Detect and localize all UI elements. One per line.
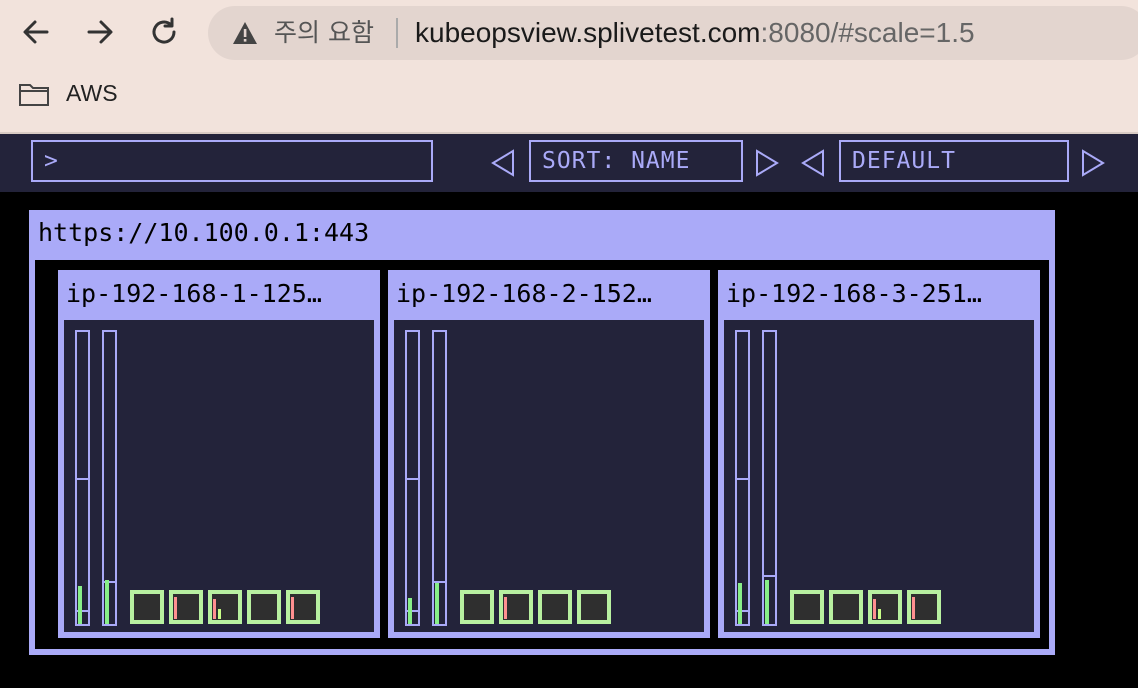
node-card[interactable]: ip-192-168-2-152… — [388, 270, 710, 638]
back-button[interactable] — [18, 14, 54, 50]
app-toolbar: > SORT: NAME DEFAULT — [0, 134, 1138, 192]
pod-cpu-bar — [213, 599, 216, 619]
memory-requests-marker — [764, 575, 775, 577]
cluster-title: https://10.100.0.1:443 — [38, 218, 370, 247]
cpu-usage-fill — [738, 583, 742, 624]
filter-input[interactable]: > — [31, 140, 433, 182]
arrow-left-icon — [23, 20, 49, 44]
cpu-usage-bar — [75, 330, 90, 626]
reload-icon — [152, 17, 176, 44]
pod-memory-bar — [218, 609, 221, 619]
node-name: ip-192-168-1-125… — [66, 279, 322, 308]
node-card[interactable]: ip-192-168-3-251… — [718, 270, 1040, 638]
reload-button[interactable] — [146, 14, 182, 50]
pod-box[interactable] — [538, 590, 572, 624]
pod-box[interactable] — [829, 590, 863, 624]
url-host: kubeopsview.splivetest.com — [415, 17, 761, 48]
bar-midline — [407, 478, 418, 480]
node-name: ip-192-168-3-251… — [726, 279, 982, 308]
pod-box[interactable] — [208, 590, 242, 624]
pod-box[interactable] — [790, 590, 824, 624]
sort-selector[interactable]: SORT: NAME — [529, 140, 743, 182]
security-label[interactable]: 주의 요함 — [274, 18, 374, 48]
sort-prev-icon[interactable] — [490, 149, 516, 177]
pod-cpu-bar — [873, 599, 876, 619]
node-body — [394, 320, 704, 632]
pod-box[interactable] — [286, 590, 320, 624]
pod-box[interactable] — [868, 590, 902, 624]
folder-icon — [19, 83, 49, 106]
bar-midline — [737, 478, 748, 480]
url-divider — [396, 18, 398, 48]
pod-box[interactable] — [577, 590, 611, 624]
pod-memory-bar — [878, 609, 881, 619]
node-name: ip-192-168-2-152… — [396, 279, 652, 308]
cpu-usage-fill — [78, 586, 82, 624]
pod-box[interactable] — [169, 590, 203, 624]
memory-usage-bar — [762, 330, 777, 626]
cpu-usage-bar — [405, 330, 420, 626]
memory-usage-bar — [432, 330, 447, 626]
bookmark-label: AWS — [66, 80, 118, 106]
memory-usage-fill — [435, 583, 439, 624]
cluster-panel[interactable]: https://10.100.0.1:443 ip-192-168-1-125…… — [29, 210, 1055, 655]
forward-button[interactable] — [82, 14, 118, 50]
arrow-right-icon — [87, 20, 113, 44]
theme-selector[interactable]: DEFAULT — [839, 140, 1069, 182]
cluster-body: ip-192-168-1-125… ip-192-168-2-152… ip-1… — [35, 260, 1049, 649]
pod-cpu-bar — [504, 597, 507, 619]
pod-box[interactable] — [499, 590, 533, 624]
memory-usage-fill — [105, 580, 109, 624]
node-body — [64, 320, 374, 632]
url-port-fragment: :8080/#scale=1.5 — [760, 17, 975, 48]
pod-cpu-bar — [174, 597, 177, 619]
pod-cpu-bar — [291, 597, 294, 619]
cpu-usage-bar — [735, 330, 750, 626]
theme-prev-icon[interactable] — [800, 149, 826, 177]
pod-box[interactable] — [460, 590, 494, 624]
pod-box[interactable] — [247, 590, 281, 624]
url-text[interactable]: kubeopsview.splivetest.com:8080/#scale=1… — [415, 17, 975, 49]
memory-usage-bar — [102, 330, 117, 626]
browser-chrome: 주의 요함 kubeopsview.splivetest.com:8080/#s… — [0, 0, 1138, 134]
address-bar[interactable]: 주의 요함 kubeopsview.splivetest.com:8080/#s… — [208, 6, 1138, 60]
sort-next-icon[interactable] — [754, 149, 780, 177]
pod-box[interactable] — [907, 590, 941, 624]
node-body — [724, 320, 1034, 632]
pod-box[interactable] — [130, 590, 164, 624]
cpu-usage-fill — [408, 598, 412, 624]
node-card[interactable]: ip-192-168-1-125… — [58, 270, 380, 638]
bookmark-aws[interactable]: AWS — [18, 80, 118, 107]
memory-usage-fill — [765, 580, 769, 624]
warning-icon — [233, 22, 257, 44]
bar-midline — [77, 478, 88, 480]
pod-cpu-bar — [912, 597, 915, 619]
theme-next-icon[interactable] — [1080, 149, 1106, 177]
